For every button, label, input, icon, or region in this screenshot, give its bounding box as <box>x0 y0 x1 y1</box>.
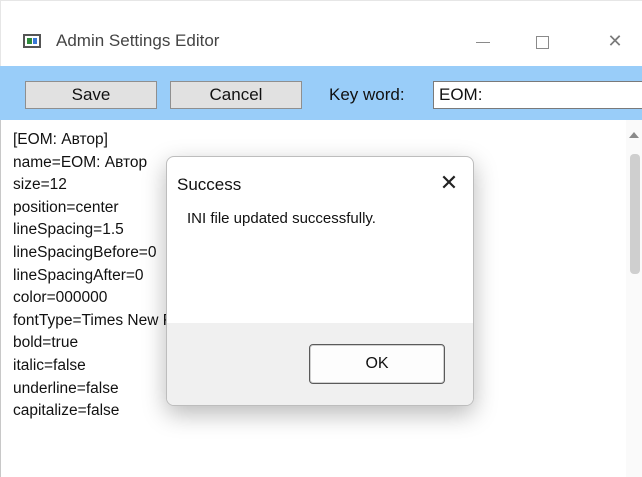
app-window-icon <box>23 34 41 48</box>
main-window: Admin Settings Editor ✕ Save Cancel Key … <box>0 0 642 477</box>
dialog-close-button[interactable]: ✕ <box>435 169 463 197</box>
save-button[interactable]: Save <box>25 81 157 109</box>
minimize-button[interactable] <box>463 25 503 57</box>
dialog-message: INI file updated successfully. <box>187 210 376 227</box>
success-dialog: Success ✕ INI file updated successfully.… <box>166 156 474 406</box>
keyword-label: Key word: <box>329 85 405 104</box>
keyword-input[interactable] <box>433 81 642 109</box>
editor-line: [EOM: Автор] <box>13 131 108 148</box>
cancel-button[interactable]: Cancel <box>170 81 302 109</box>
maximize-button[interactable] <box>522 25 562 57</box>
close-icon: ✕ <box>607 31 623 51</box>
scroll-up-arrow-icon[interactable] <box>629 132 639 138</box>
window-title: Admin Settings Editor <box>56 31 220 50</box>
maximize-icon <box>535 35 549 49</box>
dialog-title: Success <box>177 175 242 194</box>
close-button[interactable]: ✕ <box>595 25 635 57</box>
ok-button[interactable]: OK <box>309 344 445 384</box>
scroll-thumb[interactable] <box>630 154 640 274</box>
dialog-footer: OK <box>167 323 473 405</box>
toolbar: Save Cancel Key word: <box>0 66 642 120</box>
minimize-icon <box>476 41 490 43</box>
editor-scrollbar[interactable] <box>626 120 642 477</box>
title-bar: Admin Settings Editor ✕ <box>0 0 642 66</box>
